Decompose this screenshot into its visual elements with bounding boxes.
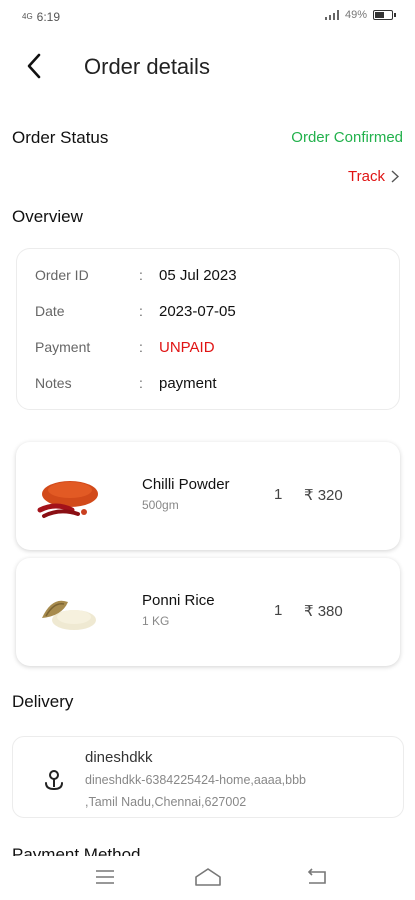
wifi-signal-icon: [324, 10, 339, 20]
date-value: 2023-07-05: [159, 303, 236, 320]
chevron-right-icon: [391, 170, 399, 183]
row-separator: :: [139, 375, 143, 391]
overview-row-date: Date : 2023-07-05: [35, 303, 385, 325]
back-nav-button[interactable]: [302, 864, 332, 890]
item-quantity: 1: [274, 486, 283, 503]
payment-method-label: Payment Method: [12, 845, 141, 856]
track-link[interactable]: Track: [348, 168, 399, 185]
item-unit: 1 KG: [142, 614, 170, 628]
status-right: 49%: [324, 9, 396, 21]
home-icon: [195, 868, 221, 886]
status-left: 4G 6:19: [22, 10, 60, 24]
row-separator: :: [139, 303, 143, 319]
notes-key: Notes: [35, 375, 72, 391]
order-item-card[interactable]: Ponni Rice 1 KG 1 ₹ 380: [16, 558, 400, 666]
order-id-value: 05 Jul 2023: [159, 267, 237, 284]
track-label: Track: [348, 168, 385, 185]
delivery-label: Delivery: [12, 692, 74, 711]
battery-percent: 49%: [344, 9, 367, 21]
overview-row-payment: Payment : UNPAID: [35, 339, 385, 361]
home-nav-button[interactable]: [193, 864, 223, 890]
item-name: Ponni Rice: [142, 592, 215, 609]
back-button[interactable]: [18, 50, 50, 82]
menu-icon: [96, 870, 114, 884]
order-status-label: Order Status: [12, 128, 109, 147]
app-header: Order details: [0, 44, 415, 90]
system-nav-bar: [0, 856, 415, 900]
menu-nav-button[interactable]: [90, 864, 120, 890]
notes-value: payment: [159, 375, 217, 392]
address-line-1: dineshdkk-6384225424-home,aaaa,bbb: [85, 773, 307, 787]
page-title: Order details: [84, 54, 210, 79]
delivery-address-card: dineshdkk dineshdkk-6384225424-home,aaaa…: [12, 736, 404, 818]
battery-icon: [373, 10, 396, 20]
status-bar: 4G 6:19 49%: [0, 0, 415, 34]
payment-status-value: UNPAID: [159, 339, 215, 356]
item-unit: 500gm: [142, 498, 179, 512]
date-key: Date: [35, 303, 65, 319]
overview-card: Order ID : 05 Jul 2023 Date : 2023-07-05…: [16, 248, 400, 410]
overview-row-order-id: Order ID : 05 Jul 2023: [35, 267, 385, 289]
chilli-powder-image: [37, 481, 98, 518]
item-quantity: 1: [274, 602, 283, 619]
item-price: ₹ 380: [304, 603, 343, 620]
address-line-2: ,Tamil Nadu,Chennai,627002: [85, 795, 247, 809]
overview-row-notes: Notes : payment: [35, 375, 385, 397]
overview-label: Overview: [12, 207, 83, 226]
chevron-left-icon: [27, 53, 41, 79]
delivery-name: dineshdkk: [85, 749, 153, 766]
signal-label: 4G: [22, 12, 33, 21]
order-status-value: Order Confirmed: [291, 129, 403, 146]
row-separator: :: [139, 267, 143, 283]
item-name: Chilli Powder: [142, 476, 230, 493]
order-item-card[interactable]: Chilli Powder 500gm 1 ₹ 320: [16, 442, 400, 550]
delivery-address: dineshdkk-6384225424-home,aaaa,bbb ,Tami…: [85, 769, 385, 813]
return-icon: [307, 868, 326, 884]
payment-key: Payment: [35, 339, 91, 355]
item-price: ₹ 320: [304, 487, 343, 504]
ponni-rice-image: [42, 600, 96, 630]
order-id-key: Order ID: [35, 267, 89, 283]
row-separator: :: [139, 339, 143, 355]
location-pin-icon: [45, 770, 63, 791]
status-time: 6:19: [36, 10, 61, 24]
